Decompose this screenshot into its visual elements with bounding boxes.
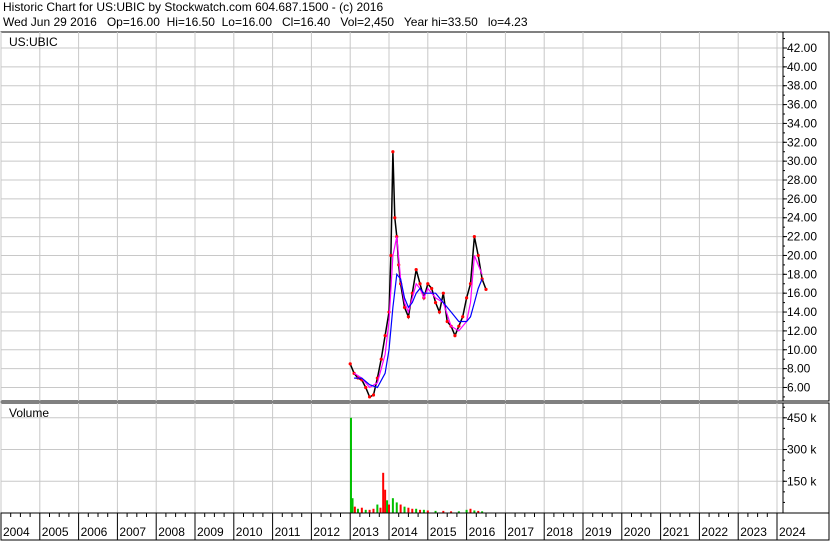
volume-bar [351,498,354,513]
price-point [453,334,457,338]
price-point [391,150,395,154]
price-y-tick-label: 32.00 [787,135,817,149]
x-axis-year-label: 2023 [740,525,767,539]
price-point [368,395,372,399]
volume-bar [382,472,385,513]
price-point [414,268,418,272]
x-axis-year-label: 2017 [507,525,534,539]
price-y-tick-label: 10.00 [787,343,817,357]
volume-bar [386,500,389,513]
x-axis-year-label: 2011 [275,525,301,539]
price-point [441,291,445,295]
x-axis-year-label: 2022 [701,525,728,539]
volume-bar [403,506,406,513]
price-y-tick-label: 34.00 [787,116,817,130]
price-point [426,282,430,286]
stock-chart: 42.00 40.00 38.00 36.00 34.00 32.00 30.00 28.00… [0,31,830,541]
price-y-tick-label: 28.00 [787,173,817,187]
price-y-tick-label: 16.00 [787,286,817,300]
volume-y-tick-label: 300 k [787,443,817,457]
x-axis-year-label: 2007 [119,525,146,539]
price-point [389,253,393,258]
x-axis-year-label: 2021 [663,525,690,539]
volume-y-tick-label: 450 k [787,411,817,425]
price-point [465,296,469,300]
volume-y-tick-label: 150 k [787,474,817,488]
price-y-tick-label: 6.00 [787,380,811,394]
x-axis-year-label: 2012 [313,525,340,539]
x-axis-year-label: 2010 [236,525,263,539]
x-axis-year-label: 2005 [42,525,69,539]
volume-bar [384,489,387,513]
price-point [472,235,476,239]
price-point [484,287,488,292]
x-axis-year-label: 2004 [3,525,30,539]
price-y-tick-label: 30.00 [787,154,817,168]
price-point [348,362,352,366]
price-y-tick-label: 14.00 [787,305,817,319]
price-point [437,310,442,314]
price-point [393,216,397,220]
x-axis-year-label: 2006 [81,525,108,539]
price-point [430,286,434,291]
price-y-tick-label: 40.00 [787,60,817,74]
price-y-tick-label: 26.00 [787,192,817,206]
price-y-tick-label: 12.00 [787,324,817,338]
volume-bar [372,508,375,513]
price-point [379,357,383,361]
price-point [371,393,376,397]
volume-bar [391,498,394,513]
price-point [445,319,449,324]
price-point [461,315,465,319]
volume-bar [379,507,382,513]
price-point [383,334,387,338]
price-y-tick-label: 20.00 [787,248,817,262]
x-axis-year-label: 2018 [546,525,573,539]
x-axis-year-label: 2020 [624,525,651,539]
price-panel-frame [0,31,830,402]
volume-bar [399,504,402,513]
price-y-tick-label: 22.00 [787,230,817,244]
x-axis-year-label: 2013 [352,525,379,539]
price-point [433,301,438,305]
volume-bar [415,508,418,513]
x-axis-year-label: 2015 [430,525,457,539]
volume-bar [388,504,390,513]
price-point [406,315,410,319]
price-y-tick-label: 36.00 [787,98,817,112]
volume-bar [469,508,472,513]
price-point [418,282,422,286]
price-point [457,324,461,328]
x-axis-year-label: 2008 [158,525,185,539]
volume-bar [395,502,398,513]
price-point [476,253,480,258]
price-point [364,385,368,390]
volume-bar [407,507,410,513]
volume-bar [353,506,356,513]
price-y-tick-label: 42.00 [787,41,817,55]
x-axis-year-label: 2024 [779,525,806,539]
price-y-tick-label: 8.00 [787,362,811,376]
price-y-tick-label: 38.00 [787,79,817,93]
volume-bar [356,508,359,513]
volume-bar [411,508,414,513]
volume-panel-frame [0,402,830,514]
volume-bar [360,507,363,513]
x-axis-year-label: 2016 [469,525,496,539]
x-axis-year-label: 2019 [585,525,612,539]
volume-panel-label: Volume [9,406,49,420]
price-y-tick-label: 24.00 [787,211,817,225]
x-axis-year-label: 2009 [197,525,224,539]
volume-bar [376,504,379,513]
price-panel-label: US:UBIC [9,35,58,49]
price-y-tick-label: 18.00 [787,267,817,281]
x-axis-year-label: 2014 [391,525,418,539]
